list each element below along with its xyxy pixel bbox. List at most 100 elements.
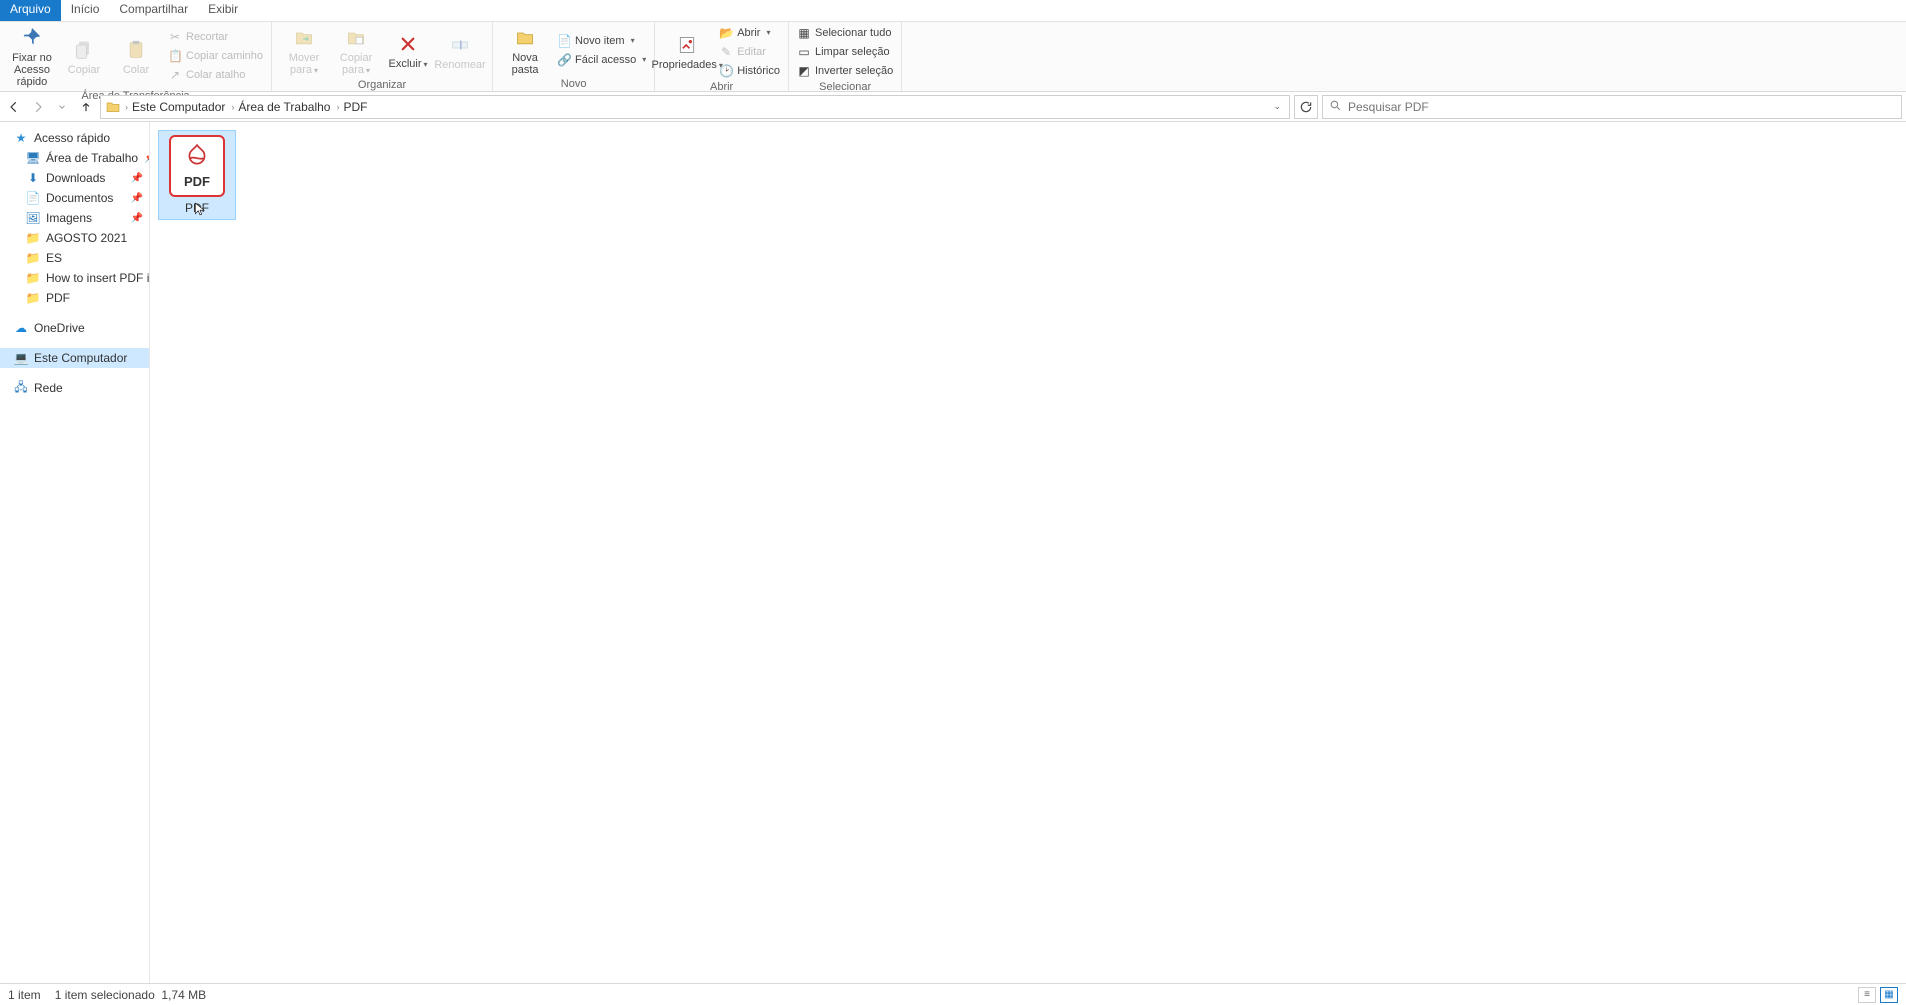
copy-path-button[interactable]: 📋 Copiar caminho xyxy=(166,48,265,65)
sidebar-item-pictures[interactable]: 🖼 Imagens 📌 xyxy=(0,208,149,228)
delete-button[interactable]: Excluir▾ xyxy=(382,30,434,71)
invert-selection-button[interactable]: ◩ Inverter seleção xyxy=(795,62,895,79)
ribbon: Fixar no Acesso rápido Copiar Colar ✂ Re… xyxy=(0,22,1906,92)
sidebar-item-network[interactable]: 🖧 Rede xyxy=(0,378,149,398)
clear-selection-label: Limpar seleção xyxy=(815,46,890,58)
pin-icon xyxy=(18,26,46,50)
nav-up-button[interactable] xyxy=(76,97,96,117)
group-open-label: Abrir xyxy=(661,79,782,95)
sidebar-item-label: Downloads xyxy=(46,171,105,185)
address-bar-row: › Este Computador› Área de Trabalho› PDF… xyxy=(0,92,1906,122)
view-details-button[interactable]: ≡ xyxy=(1858,987,1876,1003)
history-button[interactable]: 🕑 Histórico xyxy=(717,62,782,79)
sidebar-item-downloads[interactable]: ⬇ Downloads 📌 xyxy=(0,168,149,188)
sidebar-item-label: How to insert PDF i xyxy=(46,271,149,285)
breadcrumb-item[interactable]: Área de Trabalho› xyxy=(238,100,339,114)
sidebar-item-folder[interactable]: 📁 ES xyxy=(0,248,149,268)
paste-icon xyxy=(122,38,150,62)
cut-button[interactable]: ✂ Recortar xyxy=(166,29,265,46)
tab-inicio[interactable]: Início xyxy=(61,0,110,21)
tab-compartilhar[interactable]: Compartilhar xyxy=(109,0,198,21)
pdf-badge: PDF xyxy=(184,174,210,189)
move-icon xyxy=(290,26,318,50)
paste-shortcut-button[interactable]: ↗ Colar atalho xyxy=(166,67,265,84)
copy-button[interactable]: Copiar xyxy=(58,36,110,76)
edit-button[interactable]: ✎ Editar xyxy=(717,43,782,60)
new-item-button[interactable]: 📄 Novo item▾ xyxy=(555,32,648,49)
sidebar-item-folder[interactable]: 📁 How to insert PDF i xyxy=(0,268,149,288)
tab-arquivo[interactable]: Arquivo xyxy=(0,0,61,21)
sidebar-item-folder[interactable]: 📁 AGOSTO 2021 xyxy=(0,228,149,248)
file-list[interactable]: PDF PDF xyxy=(150,122,1906,983)
group-select-label: Selecionar xyxy=(795,79,895,95)
clear-selection-icon: ▭ xyxy=(797,45,811,59)
tab-exibir[interactable]: Exibir xyxy=(198,0,248,21)
sidebar-item-onedrive[interactable]: ☁ OneDrive xyxy=(0,318,149,338)
group-new: Nova pasta 📄 Novo item▾ 🔗 Fácil acesso▾ … xyxy=(493,22,655,91)
sidebar-item-folder[interactable]: 📁 PDF xyxy=(0,288,149,308)
view-large-icons-button[interactable]: ▦ xyxy=(1880,987,1898,1003)
computer-icon: 💻 xyxy=(14,351,28,365)
sidebar-quick-access[interactable]: ★ Acesso rápido xyxy=(0,128,149,148)
clear-selection-button[interactable]: ▭ Limpar seleção xyxy=(795,43,895,60)
nav-forward-button[interactable] xyxy=(28,97,48,117)
edit-label: Editar xyxy=(737,46,766,58)
file-item[interactable]: PDF PDF xyxy=(158,130,236,220)
history-label: Histórico xyxy=(737,65,780,77)
chevron-right-icon: › xyxy=(231,102,234,112)
copy-icon xyxy=(70,38,98,62)
sidebar-item-computer[interactable]: 💻 Este Computador xyxy=(0,348,149,368)
properties-button[interactable]: Propriedades▾ xyxy=(661,31,713,72)
pin-icon: 📌 xyxy=(131,213,143,224)
chevron-down-icon: ▾ xyxy=(314,66,318,75)
sidebar-item-documents[interactable]: 📄 Documentos 📌 xyxy=(0,188,149,208)
properties-label: Propriedades▾ xyxy=(651,59,722,72)
scissors-icon: ✂ xyxy=(168,30,182,44)
search-icon xyxy=(1329,99,1342,115)
status-bar: 1 item 1 item selecionado 1,74 MB ≡ ▦ xyxy=(0,983,1906,1005)
desktop-icon: 🖥 xyxy=(26,151,40,165)
search-box[interactable] xyxy=(1322,95,1902,119)
nav-recent-dropdown[interactable] xyxy=(52,97,72,117)
download-icon: ⬇ xyxy=(26,171,40,185)
open-icon: 📂 xyxy=(719,26,733,40)
chevron-down-icon: ▾ xyxy=(642,55,646,64)
delete-label: Excluir▾ xyxy=(389,58,428,71)
group-select: ▦ Selecionar tudo ▭ Limpar seleção ◩ Inv… xyxy=(789,22,902,91)
pin-quickaccess-button[interactable]: Fixar no Acesso rápido xyxy=(6,24,58,88)
navigation-pane[interactable]: ★ Acesso rápido 🖥 Área de Trabalho 📌 ⬇ D… xyxy=(0,122,150,983)
network-icon: 🖧 xyxy=(14,381,28,395)
sidebar-item-desktop[interactable]: 🖥 Área de Trabalho 📌 xyxy=(0,148,149,168)
copy-to-label: Copiar para▾ xyxy=(330,52,382,77)
paste-shortcut-label: Colar atalho xyxy=(186,69,245,81)
select-all-button[interactable]: ▦ Selecionar tudo xyxy=(795,24,895,41)
sidebar-item-label: Documentos xyxy=(46,191,113,205)
main-area: ★ Acesso rápido 🖥 Área de Trabalho 📌 ⬇ D… xyxy=(0,122,1906,983)
search-input[interactable] xyxy=(1348,100,1895,114)
rename-button[interactable]: Renomear xyxy=(434,31,486,71)
status-item-count: 1 item xyxy=(8,988,41,1002)
easy-access-button[interactable]: 🔗 Fácil acesso▾ xyxy=(555,51,648,68)
folder-icon: 📁 xyxy=(26,291,40,305)
move-to-button[interactable]: Mover para▾ xyxy=(278,24,330,77)
move-label: Mover para▾ xyxy=(278,52,330,77)
open-button[interactable]: 📂 Abrir▾ xyxy=(717,24,782,41)
copy-to-button[interactable]: Copiar para▾ xyxy=(330,24,382,77)
address-dropdown[interactable]: ⌄ xyxy=(1269,101,1285,112)
sidebar-item-label: Imagens xyxy=(46,211,92,225)
new-item-icon: 📄 xyxy=(557,34,571,48)
invert-selection-icon: ◩ xyxy=(797,64,811,78)
chevron-down-icon: ▾ xyxy=(424,60,428,69)
address-bar[interactable]: › Este Computador› Área de Trabalho› PDF… xyxy=(100,95,1290,119)
history-icon: 🕑 xyxy=(719,64,733,78)
breadcrumb-item[interactable]: Este Computador› xyxy=(132,100,234,114)
sidebar-item-label: Rede xyxy=(34,381,63,395)
group-organize: Mover para▾ Copiar para▾ Excluir▾ Renome… xyxy=(272,22,493,91)
breadcrumb-item[interactable]: PDF xyxy=(343,100,367,114)
refresh-button[interactable] xyxy=(1294,95,1318,119)
new-folder-button[interactable]: Nova pasta xyxy=(499,24,551,76)
paste-button[interactable]: Colar xyxy=(110,36,162,76)
nav-back-button[interactable] xyxy=(4,97,24,117)
folder-icon: 📁 xyxy=(26,231,40,245)
paste-label: Colar xyxy=(123,64,149,76)
